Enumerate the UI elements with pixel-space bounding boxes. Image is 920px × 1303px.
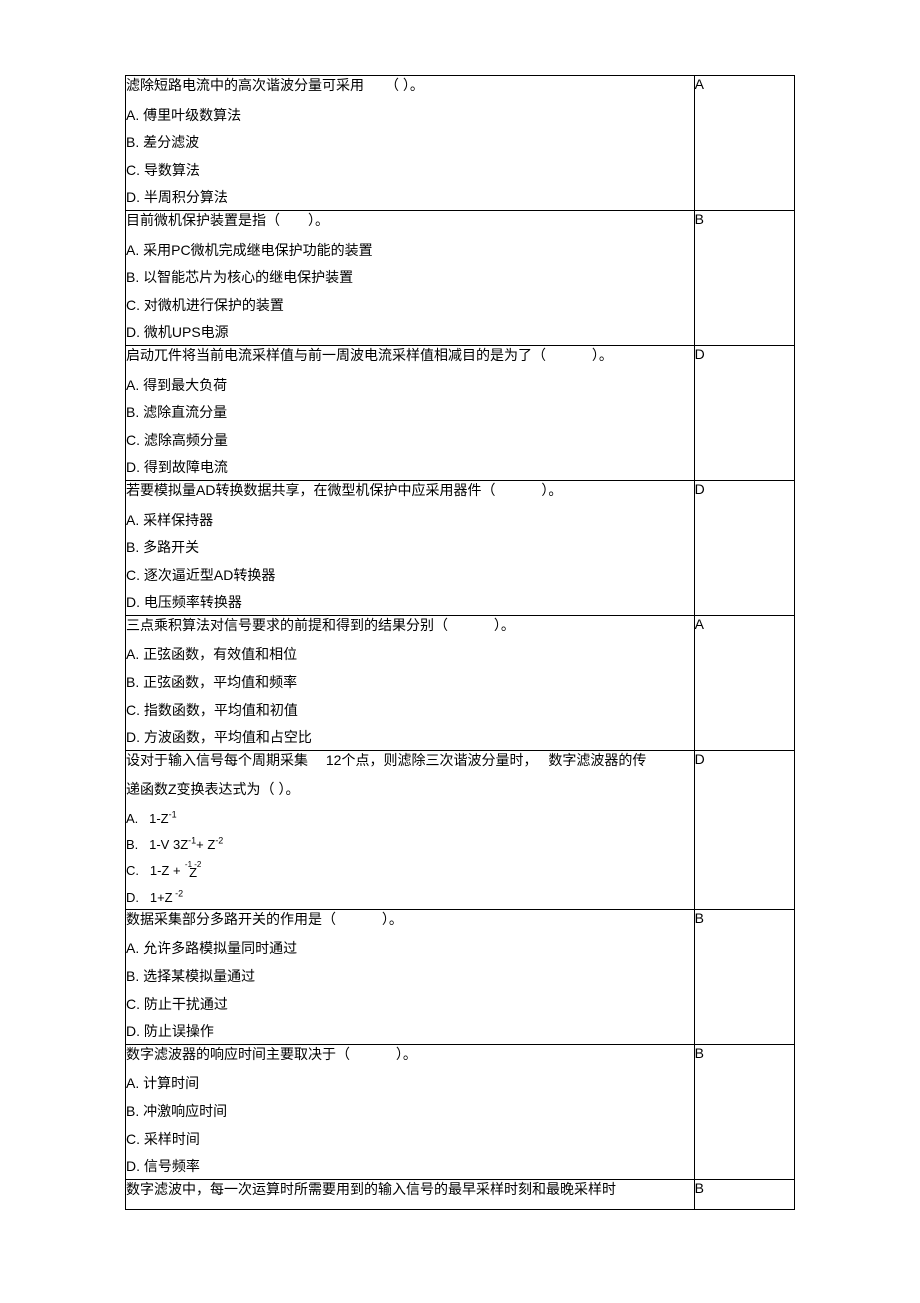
option-line: D. 得到故障电流 (126, 458, 694, 478)
option-line: A. 采样保持器 (126, 511, 694, 531)
table-row: 数字滤波中，每一次运算时所需要用到的输入信号的最早采样时刻和最晚采样时B (126, 1179, 795, 1210)
answer-cell: A (694, 615, 794, 750)
option-line: D. 半周积分算法 (126, 188, 694, 208)
answer-cell: D (694, 345, 794, 480)
option-line: D. 信号频率 (126, 1157, 694, 1177)
option-line: C. 对微机进行保护的装置 (126, 296, 694, 316)
question-cell: 三点乘积算法对信号要求的前提和得到的结果分别（ ）。 A. 正弦函数，有效值和相位… (126, 615, 695, 750)
question-stem: 滤除短路电流中的高次谐波分量可采用 （ ）。 (126, 76, 694, 96)
exponent: -2 (215, 836, 223, 846)
table-row: 三点乘积算法对信号要求的前提和得到的结果分别（ ）。 A. 正弦函数，有效值和相位… (126, 615, 795, 750)
option-line: C. 逐次逼近型AD转换器 (126, 566, 694, 586)
question-table: 滤除短路电流中的高次谐波分量可采用 （ ）。 A. 傅里叶级数算法 B. 差分滤波 C… (125, 75, 795, 1210)
question-stem: 数字滤波器的响应时间主要取决于（ ）。 (126, 1045, 694, 1065)
option-label: D. (126, 890, 150, 905)
question-cell: 目前微机保护装置是指（ ）。 A. 采用PC微机完成继电保护功能的装置 B. 以智能… (126, 210, 695, 345)
answer-cell: D (694, 750, 794, 909)
option-line: A. 傅里叶级数算法 (126, 106, 694, 126)
formula-expr: 1-V 3Z (149, 837, 188, 852)
question-cell: 启动兀件将当前电流采样值与前一周波电流采样值相减目的是为了（ ）。 A. 得到最大… (126, 345, 695, 480)
question-stem: 若要模拟量AD转换数据共享，在微型机保护中应采用器件（ ）。 (126, 481, 694, 501)
option-line: D. 防止误操作 (126, 1022, 694, 1042)
exponent: -1 (169, 810, 177, 820)
question-stem: 启动兀件将当前电流采样值与前一周波电流采样值相减目的是为了（ ）。 (126, 346, 694, 366)
answer-cell: B (694, 1044, 794, 1179)
question-stem: 设对于输入信号每个周期采集 12个点，则滤除三次谐波分量时， 数字滤波器的传 (126, 751, 694, 771)
exponent: -2 (173, 888, 184, 898)
question-stem: 三点乘积算法对信号要求的前提和得到的结果分别（ ）。 (126, 616, 694, 636)
question-stem-continued: 递函数Z变换表达式为（ ）。 (126, 780, 694, 800)
table-row: 滤除短路电流中的高次谐波分量可采用 （ ）。 A. 傅里叶级数算法 B. 差分滤波 C… (126, 76, 795, 211)
option-line: D. 微机UPS电源 (126, 323, 694, 343)
formula-expr: 1+Z (150, 890, 173, 905)
formula-option: D. 1+Z -2 (126, 889, 694, 907)
formula-extra: + Z (196, 837, 215, 852)
answer-cell: B (694, 909, 794, 1044)
question-cell: 数字滤波器的响应时间主要取决于（ ）。 A. 计算时间 B. 冲激响应时间 C. 采样… (126, 1044, 695, 1179)
option-line: B. 以智能芯片为核心的继电保护装置 (126, 268, 694, 288)
option-line: C. 滤除高频分量 (126, 431, 694, 451)
exponent: -1 (188, 836, 196, 846)
formula-expr: 1-Z (149, 811, 169, 826)
option-label: B. (126, 837, 149, 852)
option-line: A. 采用PC微机完成继电保护功能的装置 (126, 241, 694, 261)
question-cell: 滤除短路电流中的高次谐波分量可采用 （ ）。 A. 傅里叶级数算法 B. 差分滤波 C… (126, 76, 695, 211)
table-row: 目前微机保护装置是指（ ）。 A. 采用PC微机完成继电保护功能的装置 B. 以智能… (126, 210, 795, 345)
question-stem: 目前微机保护装置是指（ ）。 (126, 211, 694, 231)
option-line: B. 选择某模拟量通过 (126, 967, 694, 987)
answer-cell: A (694, 76, 794, 211)
table-row: 若要模拟量AD转换数据共享，在微型机保护中应采用器件（ ）。 A. 采样保持器 B.… (126, 480, 795, 615)
option-label: C. 1-Z + (126, 863, 184, 878)
option-line: A. 计算时间 (126, 1074, 694, 1094)
table-row: 设对于输入信号每个周期采集 12个点，则滤除三次谐波分量时， 数字滤波器的传递函… (126, 750, 795, 909)
formula-option: C. 1-Z + -1 -2Z (126, 862, 694, 880)
table-row: 数据采集部分多路开关的作用是（ ）。 A. 允许多路模拟量同时通过 B. 选择某模拟… (126, 909, 795, 1044)
option-line: B. 冲激响应时间 (126, 1102, 694, 1122)
option-line: C. 导数算法 (126, 161, 694, 181)
question-stem: 数据采集部分多路开关的作用是（ ）。 (126, 910, 694, 930)
answer-cell: B (694, 1179, 794, 1210)
question-cell: 若要模拟量AD转换数据共享，在微型机保护中应采用器件（ ）。 A. 采样保持器 B.… (126, 480, 695, 615)
formula-option: B. 1-V 3Z-1+ Z-2 (126, 836, 694, 854)
question-cell: 设对于输入信号每个周期采集 12个点，则滤除三次谐波分量时， 数字滤波器的传递函… (126, 750, 695, 909)
option-label: A. (126, 811, 149, 826)
table-row: 数字滤波器的响应时间主要取决于（ ）。 A. 计算时间 B. 冲激响应时间 C. 采样… (126, 1044, 795, 1179)
option-line: D. 电压频率转换器 (126, 593, 694, 613)
option-line: A. 得到最大负荷 (126, 376, 694, 396)
stacked-exponent: -1 -2Z (184, 862, 202, 877)
table-row: 启动兀件将当前电流采样值与前一周波电流采样值相减目的是为了（ ）。 A. 得到最大… (126, 345, 795, 480)
question-cell: 数据采集部分多路开关的作用是（ ）。 A. 允许多路模拟量同时通过 B. 选择某模拟… (126, 909, 695, 1044)
question-stem: 数字滤波中，每一次运算时所需要用到的输入信号的最早采样时刻和最晚采样时 (126, 1180, 694, 1200)
option-line: C. 防止干扰通过 (126, 995, 694, 1015)
question-cell: 数字滤波中，每一次运算时所需要用到的输入信号的最早采样时刻和最晚采样时 (126, 1179, 695, 1210)
option-line: B. 滤除直流分量 (126, 403, 694, 423)
option-line: C. 采样时间 (126, 1130, 694, 1150)
formula-option: A. 1-Z-1 (126, 810, 694, 828)
option-line: A. 允许多路模拟量同时通过 (126, 939, 694, 959)
answer-cell: B (694, 210, 794, 345)
option-line: A. 正弦函数，有效值和相位 (126, 645, 694, 665)
option-line: B. 差分滤波 (126, 133, 694, 153)
option-line: B. 正弦函数，平均值和频率 (126, 673, 694, 693)
option-line: B. 多路开关 (126, 538, 694, 558)
option-line: C. 指数函数，平均值和初值 (126, 701, 694, 721)
option-line: D. 方波函数，平均值和占空比 (126, 728, 694, 748)
answer-cell: D (694, 480, 794, 615)
